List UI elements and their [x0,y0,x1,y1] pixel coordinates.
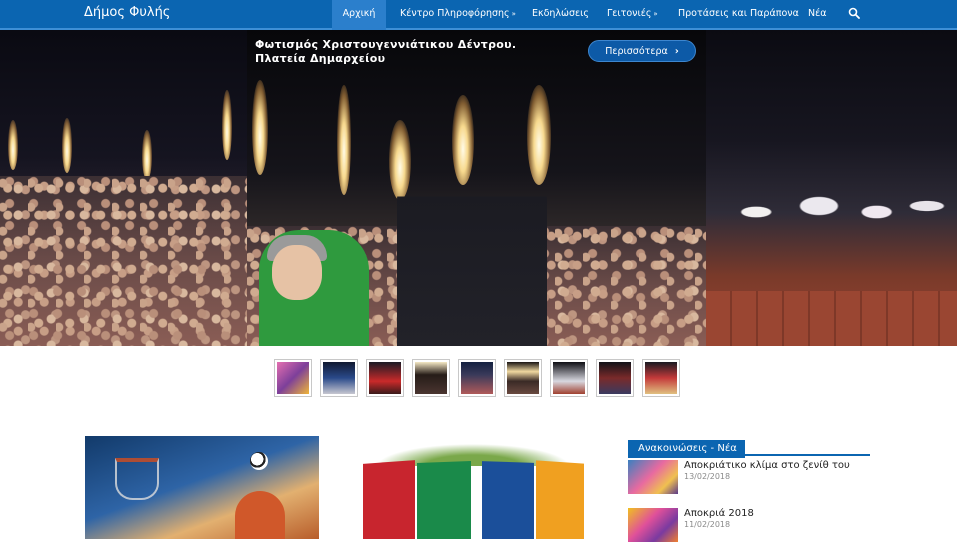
slide-image-main [247,30,706,346]
officials-figures [397,170,547,346]
slider-thumbnail[interactable] [504,359,542,397]
basketball-hoop-graphic [115,458,159,500]
site-brand[interactable]: Δήμος Φυλής [84,5,170,20]
news-title[interactable]: Αποκριά 2018 [684,508,754,519]
slide-caption-line1: Φωτισμός Χριστουγεννιάτικου Δέντρου. [255,38,517,51]
firework-decoration [62,118,72,173]
firework-decoration [252,80,268,175]
news-section-header: Ανακοινώσεις - Νέα [628,436,870,458]
news-date: 11/02/2018 [684,520,731,529]
slider-thumbnail[interactable] [642,359,680,397]
slider-thumbnail[interactable] [412,359,450,397]
stage-image [706,291,957,346]
nav-events-label: Εκδηλώσεις [532,8,589,19]
news-thumbnail[interactable] [628,460,678,494]
firework-decoration [222,90,232,160]
nav-suggestions[interactable]: Προτάσεις και Παράπονα [678,0,799,30]
nav-suggestions-label: Προτάσεις και Παράπονα [678,8,799,19]
slide-caption-line2: Πλατεία Δημαρχείου [255,52,386,65]
hero-slider[interactable]: Φωτισμός Χριστουγεννιάτικου Δέντρου. Πλα… [0,30,957,346]
news-item[interactable]: Αποκριάτικο κλίμα στο ζενίθ του 13/02/20… [628,460,878,496]
firework-decoration [337,85,351,195]
chevron-down-icon: » [653,10,658,18]
slider-thumbnail[interactable] [274,359,312,397]
sports-banner-image[interactable] [85,436,319,539]
chevron-right-icon: › [674,46,679,57]
nav-neighborhoods[interactable]: Γειτονιές» [607,0,658,30]
firework-decoration [527,85,551,185]
slider-thumbnail[interactable] [596,359,634,397]
book-page-orange [536,460,584,539]
crowd-image [0,176,247,346]
slider-thumbnail[interactable] [320,359,358,397]
nav-home[interactable]: Αρχική [332,0,386,30]
more-button-label: Περισσότερα [605,46,668,57]
slide-image-left [0,30,247,346]
book-page-red [363,460,415,539]
nav-home-label: Αρχική [342,8,376,19]
news-thumbnail[interactable] [628,508,678,542]
book-page-green [417,461,471,539]
nav-news[interactable]: Νέα [808,0,827,30]
slide-caption: Φωτισμός Χριστουγεννιάτικου Δέντρου. Πλα… [255,38,516,66]
news-section-title: Ανακοινώσεις - Νέα [628,440,745,458]
chevron-down-icon: » [511,10,516,18]
nav-info-center[interactable]: Κέντρο Πληροφόρησης» [400,0,516,30]
news-title[interactable]: Αποκριάτικο κλίμα στο ζενίθ του [684,460,850,471]
nav-news-label: Νέα [808,8,827,19]
slider-thumbnail[interactable] [366,359,404,397]
culture-logo-image[interactable] [360,440,586,539]
dancers-image [706,140,957,260]
firework-decoration [142,130,152,180]
nav-events[interactable]: Εκδηλώσεις [532,0,589,30]
firework-decoration [8,120,18,170]
book-page-blue [482,461,534,539]
more-button[interactable]: Περισσότερα › [588,40,696,62]
player-graphic [235,491,285,539]
news-date: 13/02/2018 [684,472,731,481]
nav-neighborhoods-label: Γειτονιές [607,8,652,19]
search-icon[interactable] [848,7,860,19]
slider-thumbnail[interactable] [458,359,496,397]
slider-thumbnail[interactable] [550,359,588,397]
child-face [272,245,322,300]
nav-info-center-label: Κέντρο Πληροφόρησης [400,8,510,19]
slide-image-right [706,30,957,346]
top-navbar: Δήμος Φυλής Αρχική Κέντρο Πληροφόρησης» … [0,0,957,30]
soccer-ball-graphic [250,452,268,470]
